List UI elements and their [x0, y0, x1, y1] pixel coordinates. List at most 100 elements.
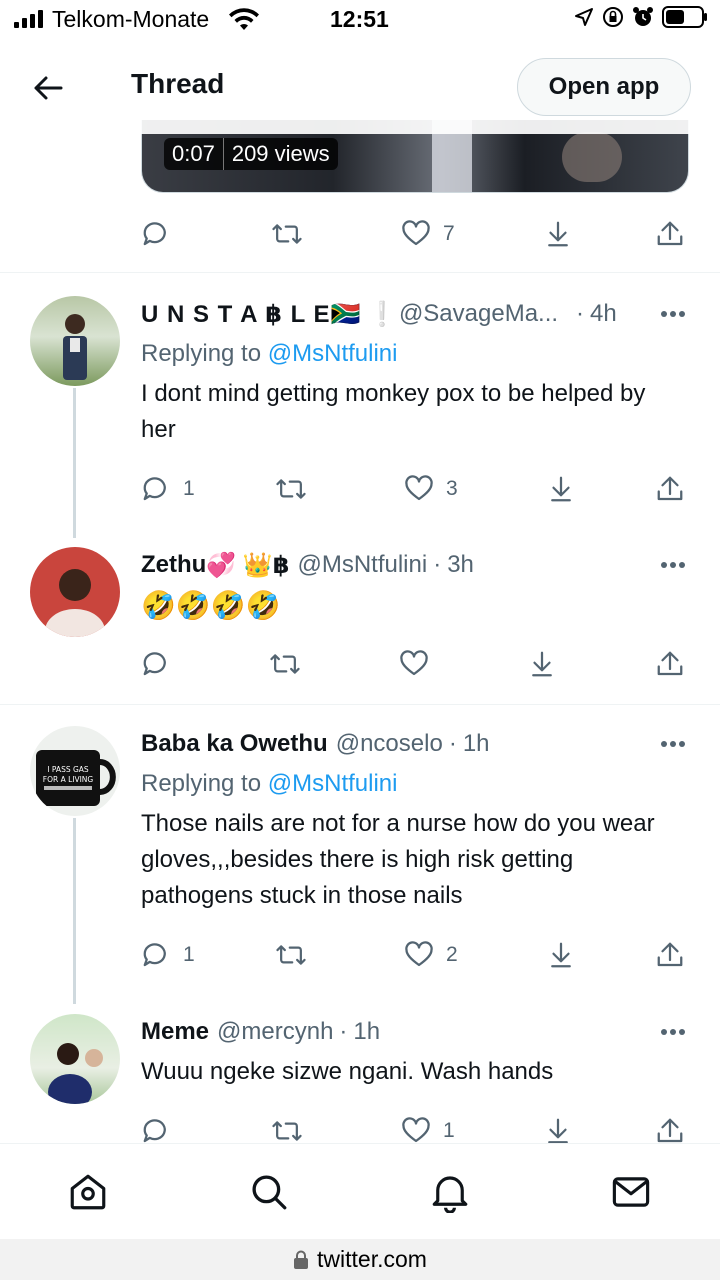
replying-to: Replying to @MsNtfulini — [141, 340, 398, 367]
avatar[interactable] — [30, 296, 120, 386]
like-button[interactable]: 3 — [404, 469, 458, 509]
reply-icon — [143, 477, 166, 501]
retweet-icon — [270, 654, 300, 674]
carrier-name: Telkom-Monate — [52, 6, 210, 32]
display-name[interactable]: U N S T A ฿ L E — [141, 300, 331, 329]
alarm-icon — [633, 7, 653, 26]
retweet-icon — [276, 945, 306, 965]
nav-home-button[interactable] — [66, 1170, 110, 1214]
timestamp[interactable]: 1h — [463, 730, 490, 758]
username[interactable]: @SavageMa... — [399, 300, 558, 328]
tweet-text: Those nails are not for a nurse how do y… — [141, 810, 655, 909]
name-suffix: ฿ — [272, 551, 290, 579]
retweet-button[interactable] — [269, 644, 301, 684]
avatar-photo — [45, 569, 105, 637]
name-emoji: 💞 👑 — [206, 551, 273, 579]
reply-icon — [143, 652, 166, 676]
reply-icon — [143, 1119, 166, 1143]
mail-icon — [612, 1177, 650, 1207]
back-button[interactable] — [28, 68, 68, 108]
avatar[interactable] — [30, 547, 120, 637]
reply-button[interactable]: 1 — [141, 469, 195, 509]
more-options-button[interactable] — [656, 548, 690, 582]
timestamp[interactable]: 4h — [590, 300, 617, 328]
avatar[interactable]: I PASS GAS FOR A LIVING — [30, 726, 120, 816]
reply-button[interactable] — [141, 214, 171, 254]
more-options-button[interactable] — [656, 727, 690, 761]
mention-link[interactable]: @MsNtfulini — [268, 340, 398, 367]
share-button[interactable] — [655, 469, 685, 509]
display-name[interactable]: Zethu — [141, 551, 206, 579]
share-button[interactable] — [655, 214, 685, 254]
like-button[interactable] — [399, 644, 429, 684]
download-icon — [532, 651, 552, 677]
heart-icon — [405, 475, 433, 501]
download-button[interactable] — [546, 469, 576, 509]
nav-messages-button[interactable] — [609, 1170, 653, 1214]
retweet-icon — [272, 224, 302, 244]
home-icon — [70, 1174, 106, 1210]
avatar-photo — [48, 1043, 103, 1104]
username[interactable]: @mercynh — [217, 1018, 333, 1046]
divider — [0, 272, 720, 273]
share-button[interactable] — [655, 935, 685, 975]
tweet-header: Meme @mercynh · 1h — [141, 1018, 381, 1046]
like-button[interactable]: 7 — [401, 214, 455, 254]
avatar[interactable] — [30, 1014, 120, 1104]
heart-icon — [405, 941, 433, 967]
share-icon — [657, 1118, 683, 1143]
download-icon — [551, 476, 571, 502]
more-icon — [661, 1029, 685, 1035]
status-bar: Telkom-Monate 12:51 — [0, 0, 720, 40]
svg-text:I PASS GAS: I PASS GAS — [47, 765, 89, 774]
avatar-photo — [63, 314, 87, 380]
browser-url-bar[interactable]: twitter.com — [0, 1239, 720, 1280]
reply-button[interactable] — [141, 644, 171, 684]
video-info-badge: 0:07 209 views — [164, 138, 338, 170]
thread-header: Thread Open app — [0, 40, 720, 134]
url-text: twitter.com — [317, 1246, 427, 1272]
retweet-button[interactable] — [271, 214, 303, 254]
thread-line — [73, 388, 76, 538]
video-duration: 0:07 — [172, 141, 215, 166]
retweet-button[interactable] — [275, 935, 307, 975]
tweet-actions: 1 2 — [141, 935, 689, 975]
reply-button[interactable]: 1 — [141, 935, 195, 975]
mention-link[interactable]: @MsNtfulini — [268, 770, 398, 797]
more-options-button[interactable] — [656, 1015, 690, 1049]
heart-icon — [400, 650, 428, 676]
display-name[interactable]: Baba ka Owethu — [141, 730, 328, 758]
back-arrow-icon — [34, 76, 63, 100]
like-count: 1 — [443, 1119, 455, 1142]
heart-icon — [402, 1117, 430, 1143]
more-icon — [661, 311, 685, 317]
nav-search-button[interactable] — [247, 1170, 291, 1214]
like-button[interactable]: 2 — [404, 935, 458, 975]
display-name[interactable]: Meme — [141, 1018, 209, 1046]
timestamp[interactable]: 1h — [353, 1018, 380, 1046]
retweet-icon — [272, 1121, 302, 1141]
tweet-text: Wuuu ngeke sizwe ngani. Wash hands — [141, 1058, 554, 1085]
share-icon — [657, 221, 683, 246]
username[interactable]: @ncoselo — [336, 730, 443, 758]
reply-count: 1 — [183, 477, 195, 500]
rotation-lock-icon — [603, 7, 623, 27]
location-icon — [575, 8, 593, 26]
avatar-photo: I PASS GAS FOR A LIVING — [36, 750, 116, 806]
username[interactable]: @MsNtfulini — [297, 551, 427, 579]
wifi-icon — [229, 8, 259, 30]
nav-notifications-button[interactable] — [428, 1170, 472, 1214]
more-icon — [661, 562, 685, 568]
status-icons — [574, 6, 708, 28]
signal-icon — [14, 10, 43, 28]
download-button[interactable] — [527, 644, 557, 684]
timestamp[interactable]: 3h — [447, 551, 474, 579]
share-icon — [657, 476, 683, 501]
retweet-button[interactable] — [275, 469, 307, 509]
download-button[interactable] — [543, 214, 573, 254]
tweet-header: Zethu 💞 👑 ฿ @MsNtfulini · 3h — [141, 551, 474, 579]
download-button[interactable] — [546, 935, 576, 975]
share-button[interactable] — [655, 644, 685, 684]
more-options-button[interactable] — [656, 297, 690, 331]
open-app-button[interactable]: Open app — [517, 58, 691, 116]
